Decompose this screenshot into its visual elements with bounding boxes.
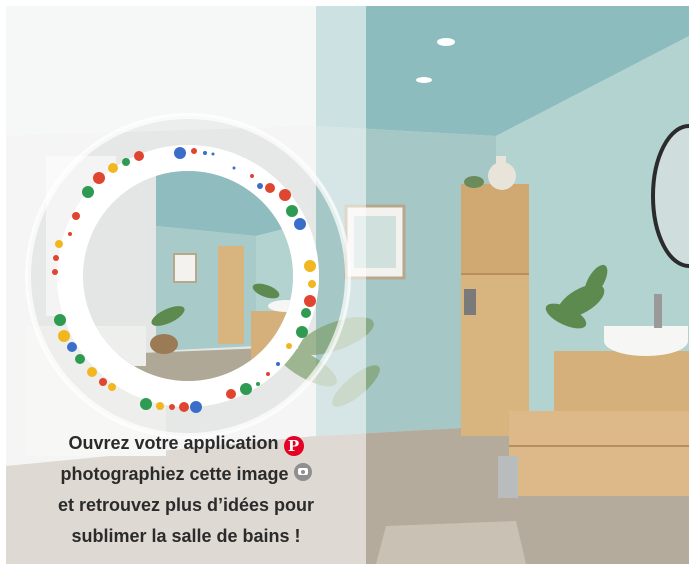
camera-icon [293, 463, 312, 481]
caption-line-2: photographiez cette image [6, 459, 366, 490]
scan-instructions: Ouvrez votre application P photographiez … [6, 428, 366, 552]
promo-image-frame: Ouvrez votre application P photographiez … [6, 6, 689, 564]
caption-line-1: Ouvrez votre application P [6, 428, 366, 459]
caption-line-4: sublimer la salle de bains ! [71, 526, 301, 546]
caption-line-3: et retrouvez plus d’idées pour [57, 495, 315, 515]
pinterest-icon: P [283, 436, 304, 456]
